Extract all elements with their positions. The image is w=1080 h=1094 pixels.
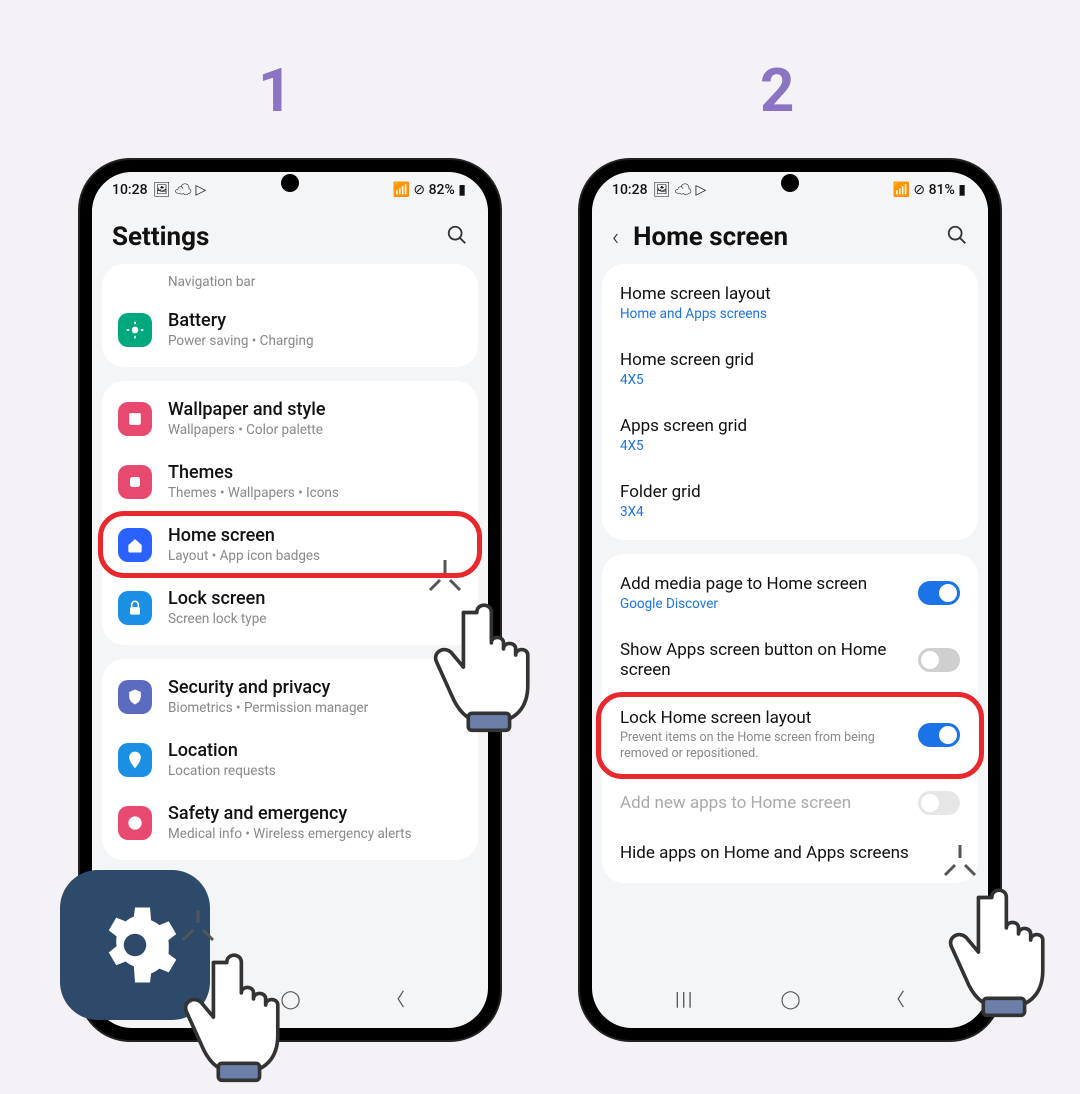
row-label: Hide apps on Home and Apps screens [620, 843, 960, 863]
row-label: Safety and emergency [168, 803, 462, 824]
row-label: Wallpaper and style [168, 399, 462, 420]
toggle-add-media-page[interactable] [918, 581, 960, 605]
toggle-show-apps-button[interactable] [918, 648, 960, 672]
row-apps-screen-grid[interactable]: Apps screen grid 4X5 [602, 402, 978, 468]
row-sub: Wallpapers • Color palette [168, 422, 462, 438]
location-icon [118, 743, 152, 777]
row-label: Lock Home screen layout [620, 708, 904, 728]
tap-spark-icon [940, 840, 980, 880]
nav-home-button[interactable]: ◯ [781, 989, 801, 1010]
tap-spark-icon [425, 555, 465, 595]
settings-row-location[interactable]: Location Location requests [102, 728, 478, 791]
header: ‹ Home screen [592, 202, 988, 264]
row-sub: Layout • App icon badges [168, 548, 462, 564]
camera-notch [781, 174, 799, 192]
settings-row-navigation-bar[interactable]: Navigation bar [102, 270, 478, 298]
status-right-icons: 📶 ⊘ 81% ▮ [892, 182, 966, 198]
toggle-add-new-apps[interactable] [918, 791, 960, 815]
row-label: Folder grid [620, 482, 960, 502]
lock-icon [118, 591, 152, 625]
row-home-screen-grid[interactable]: Home screen grid 4X5 [602, 336, 978, 402]
screen-2: 10:28 🖼 ☁ ▷ 📶 ⊘ 81% ▮ ‹ Home screen Home… [592, 172, 988, 1028]
shield-icon [118, 680, 152, 714]
row-label: Apps screen grid [620, 416, 960, 436]
card-display: Navigation bar Battery Power saving • Ch… [102, 264, 478, 367]
nav-back-button[interactable]: 〈 [887, 986, 905, 1012]
row-sub: Medical info • Wireless emergency alerts [168, 826, 462, 842]
status-right-icons: 📶 ⊘ 82% ▮ [392, 182, 466, 198]
row-label: Show Apps screen button on Home screen [620, 640, 904, 680]
row-sub: Screen lock type [168, 611, 462, 627]
toggle-lock-home-screen[interactable] [918, 723, 960, 747]
row-label: Home screen grid [620, 350, 960, 370]
row-show-apps-button[interactable]: Show Apps screen button on Home screen [602, 626, 978, 694]
wallpaper-icon [118, 402, 152, 436]
status-left-icons: 🖼 ☁ ▷ [153, 182, 206, 198]
settings-row-themes[interactable]: Themes Themes • Wallpapers • Icons [102, 450, 478, 513]
row-label: Location [168, 740, 462, 761]
card-appearance: Wallpaper and style Wallpapers • Color p… [102, 381, 478, 645]
nav-recent-button[interactable]: ||| [675, 989, 694, 1010]
row-sub: Themes • Wallpapers • Icons [168, 485, 462, 501]
settings-row-security[interactable]: Security and privacy Biometrics • Permis… [102, 665, 478, 728]
row-label: Security and privacy [168, 677, 462, 698]
status-time: 10:28 [612, 182, 648, 198]
row-label: Add new apps to Home screen [620, 793, 904, 813]
row-sub: 4X5 [620, 438, 960, 454]
settings-row-lock-screen[interactable]: Lock screen Screen lock type [102, 576, 478, 639]
search-icon[interactable] [946, 224, 968, 251]
battery-icon [118, 313, 152, 347]
settings-row-safety[interactable]: Safety and emergency Medical info • Wire… [102, 791, 478, 854]
card-security: Security and privacy Biometrics • Permis… [102, 659, 478, 860]
settings-row-battery[interactable]: Battery Power saving • Charging [102, 298, 478, 361]
nav-back-button[interactable]: 〈 [387, 986, 405, 1012]
row-label: Navigation bar [118, 274, 255, 290]
row-label: Battery [168, 310, 462, 331]
row-label: Themes [168, 462, 462, 483]
row-sub: Biometrics • Permission manager [168, 700, 462, 716]
nav-bar: ||| ◯ 〈 [592, 976, 988, 1022]
row-home-screen-layout[interactable]: Home screen layout Home and Apps screens [602, 270, 978, 336]
phone-frame-2: 10:28 🖼 ☁ ▷ 📶 ⊘ 81% ▮ ‹ Home screen Home… [580, 160, 1000, 1040]
row-sub: Home and Apps screens [620, 306, 960, 322]
camera-notch [281, 174, 299, 192]
safety-icon [118, 806, 152, 840]
row-sub: 4X5 [620, 372, 960, 388]
search-icon[interactable] [446, 224, 468, 251]
back-icon[interactable]: ‹ [612, 223, 619, 251]
step-2-label: 2 [760, 55, 794, 126]
row-add-media-page[interactable]: Add media page to Home screen Google Dis… [602, 560, 978, 626]
nav-home-button[interactable]: ◯ [281, 989, 301, 1010]
card-grids: Home screen layout Home and Apps screens… [602, 264, 978, 540]
row-sub: Location requests [168, 763, 462, 779]
settings-row-wallpaper[interactable]: Wallpaper and style Wallpapers • Color p… [102, 387, 478, 450]
row-folder-grid[interactable]: Folder grid 3X4 [602, 468, 978, 534]
status-time: 10:28 [112, 182, 148, 198]
page-title: Home screen [633, 222, 788, 252]
status-left-icons: 🖼 ☁ ▷ [653, 182, 706, 198]
tap-spark-icon [178, 905, 218, 945]
row-label: Home screen layout [620, 284, 960, 304]
themes-icon [118, 465, 152, 499]
row-sub: Power saving • Charging [168, 333, 462, 349]
home-icon [118, 528, 152, 562]
header: Settings [92, 202, 488, 264]
row-sub: 3X4 [620, 504, 960, 520]
step-1-label: 1 [258, 55, 292, 126]
row-label: Home screen [168, 525, 462, 546]
row-label: Lock screen [168, 588, 462, 609]
settings-app-icon [60, 870, 210, 1020]
card-home-options: Add media page to Home screen Google Dis… [602, 554, 978, 883]
row-lock-home-screen-layout[interactable]: Lock Home screen layout Prevent items on… [602, 694, 978, 777]
row-desc: Prevent items on the Home screen from be… [620, 730, 904, 763]
row-add-new-apps[interactable]: Add new apps to Home screen [602, 777, 978, 829]
page-title: Settings [112, 222, 209, 252]
row-sub: Google Discover [620, 596, 904, 612]
settings-row-home-screen[interactable]: Home screen Layout • App icon badges [102, 513, 478, 576]
row-hide-apps[interactable]: Hide apps on Home and Apps screens [602, 829, 978, 877]
row-label: Add media page to Home screen [620, 574, 904, 594]
